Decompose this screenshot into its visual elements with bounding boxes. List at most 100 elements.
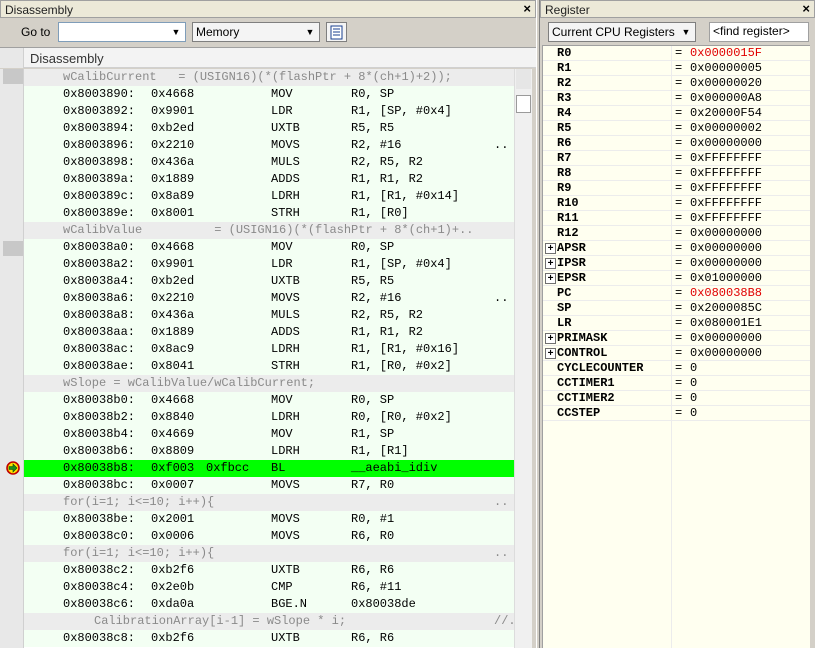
scrollbar-thumb[interactable] [516,95,531,113]
instruction-row[interactable]: 0x8003898: 0x436a MULS R2, R5, R2 [24,154,514,171]
register-row-r9[interactable]: R9 = 0xFFFFFFFF [543,181,810,196]
disassembly-options-button[interactable] [326,22,347,42]
instruction-row[interactable]: 0x800389e: 0x8001 STRH R1, [R0] [24,205,514,222]
source-line[interactable]: for(i=1; i<=10; i++){.. [24,494,514,511]
register-row-r8[interactable]: R8 = 0xFFFFFFFF [543,166,810,181]
register-value[interactable]: 0x00000000 [690,226,762,241]
instruction-row[interactable]: 0x80038a8: 0x436a MULS R2, R5, R2 [24,307,514,324]
instruction-row[interactable]: 0x80038be: 0x2001 MOVS R0, #1 [24,511,514,528]
register-row-primask[interactable]: + PRIMASK = 0x00000000 [543,331,810,346]
goto-chevron-down-icon[interactable]: ▼ [169,24,183,40]
register-view-chevron-down-icon[interactable]: ▼ [679,24,693,40]
register-list[interactable]: R0 = 0x0000015F R1 = 0x00000005 R2 = 0x00000020 R… [542,45,810,648]
instruction-row[interactable]: 0x80038b4: 0x4669 MOV R1, SP [24,426,514,443]
register-value[interactable]: 0 [690,391,697,406]
expand-plus-icon[interactable]: + [545,258,556,269]
instruction-row[interactable]: 0x80038c4: 0x2e0b CMP R6, #11 [24,579,514,596]
register-value[interactable]: 0x2000085C [690,301,762,316]
source-line[interactable]: wSlope = wCalibValue/wCalibCurrent; [24,375,514,392]
register-row-sp[interactable]: SP = 0x2000085C [543,301,810,316]
register-row-epsr[interactable]: + EPSR = 0x01000000 [543,271,810,286]
register-row-cctimer2[interactable]: CCTIMER2 = 0 [543,391,810,406]
register-row-cyclecounter[interactable]: CYCLECOUNTER = 0 [543,361,810,376]
instruction-row[interactable]: 0x8003896: 0x2210 MOVS R2, #16.. [24,137,514,154]
register-value[interactable]: 0x00000005 [690,61,762,76]
instruction-row[interactable]: 0x800389a: 0x1889 ADDS R1, R1, R2 [24,171,514,188]
register-row-r7[interactable]: R7 = 0xFFFFFFFF [543,151,810,166]
source-line[interactable]: wCalibCurrent = (USIGN16)(*(flashPtr + 8… [24,69,514,86]
instruction-row[interactable]: 0x8003892: 0x9901 LDR R1, [SP, #0x4] [24,103,514,120]
instruction-row[interactable]: 0x80038b2: 0x8840 LDRH R0, [R0, #0x2] [24,409,514,426]
source-line[interactable]: for(i=1; i<=10; i++){.. [24,545,514,562]
register-value[interactable]: 0x080038B8 [690,286,762,301]
register-row-cctimer1[interactable]: CCTIMER1 = 0 [543,376,810,391]
register-close-icon[interactable]: × [802,1,810,17]
source-line[interactable]: wCalibValue = (USIGN16)(*(flashPtr + 8*(… [24,222,514,239]
instruction-row[interactable]: 0x80038b6: 0x8809 LDRH R1, [R1] [24,443,514,460]
register-row-r3[interactable]: R3 = 0x000000A8 [543,91,810,106]
register-value[interactable]: 0 [690,406,697,421]
instruction-row[interactable]: 0x80038ac: 0x8ac9 LDRH R1, [R1, #0x16] [24,341,514,358]
instruction-row[interactable]: 0x80038bc: 0x0007 MOVS R7, R0 [24,477,514,494]
instruction-row[interactable]: 0x80038a4: 0xb2ed UXTB R5, R5 [24,273,514,290]
register-row-apsr[interactable]: + APSR = 0x00000000 [543,241,810,256]
register-value[interactable]: 0x01000000 [690,271,762,286]
memory-chevron-down-icon[interactable]: ▼ [303,24,317,40]
instruction-row[interactable]: 0x80038c0: 0x0006 MOVS R6, R0 [24,528,514,545]
register-value[interactable]: 0x00000000 [690,331,762,346]
register-row-r10[interactable]: R10 = 0xFFFFFFFF [543,196,810,211]
expand-plus-icon[interactable]: + [545,333,556,344]
register-row-r2[interactable]: R2 = 0x00000020 [543,76,810,91]
current-instruction-row[interactable]: 0x80038b8: 0xf003 0xfbcc BL __aeabi_idiv [24,460,514,477]
register-row-r11[interactable]: R11 = 0xFFFFFFFF [543,211,810,226]
register-value[interactable]: 0x20000F54 [690,106,762,121]
register-view-select[interactable]: Current CPU Registers ▼ [548,22,696,42]
disassembly-close-icon[interactable]: × [523,1,531,17]
instruction-row[interactable]: 0x80038aa: 0x1889 ADDS R1, R1, R2 [24,324,514,341]
goto-combo[interactable]: ▼ [58,22,186,42]
register-value[interactable]: 0x00000002 [690,121,762,136]
register-row-r1[interactable]: R1 = 0x00000005 [543,61,810,76]
instruction-row[interactable]: 0x80038a6: 0x2210 MOVS R2, #16.. [24,290,514,307]
register-row-lr[interactable]: LR = 0x080001E1 [543,316,810,331]
memory-select[interactable]: Memory ▼ [192,22,320,42]
register-row-r5[interactable]: R5 = 0x00000002 [543,121,810,136]
register-value[interactable]: 0x00000020 [690,76,762,91]
register-value[interactable]: 0 [690,361,697,376]
instruction-row[interactable]: 0x80038a0: 0x4668 MOV R0, SP [24,239,514,256]
expand-plus-icon[interactable]: + [545,273,556,284]
register-value[interactable]: 0xFFFFFFFF [690,211,762,226]
instruction-row[interactable]: 0x80038c2: 0xb2f6 UXTB R6, R6 [24,562,514,579]
instruction-row[interactable]: 0x80038ae: 0x8041 STRH R1, [R0, #0x2] [24,358,514,375]
register-value[interactable]: 0x00000000 [690,136,762,151]
source-line[interactable]: CalibrationArray[i-1] = wSlope * i; //.. [24,613,514,630]
disassembly-scrollbar[interactable] [514,69,532,648]
instruction-row[interactable]: 0x8003890: 0x4668 MOV R0, SP [24,86,514,103]
register-value[interactable]: 0x000000A8 [690,91,762,106]
register-row-r12[interactable]: R12 = 0x00000000 [543,226,810,241]
register-value[interactable]: 0xFFFFFFFF [690,196,762,211]
register-value[interactable]: 0x00000000 [690,346,762,361]
breakpoint-gutter[interactable] [0,69,24,648]
register-row-r4[interactable]: R4 = 0x20000F54 [543,106,810,121]
register-row-control[interactable]: + CONTROL = 0x00000000 [543,346,810,361]
register-value[interactable]: 0 [690,376,697,391]
expand-plus-icon[interactable]: + [545,348,556,359]
instruction-row[interactable]: 0x80038c6: 0xda0a BGE.N 0x80038de [24,596,514,613]
instruction-row[interactable]: 0x800389c: 0x8a89 LDRH R1, [R1, #0x14] [24,188,514,205]
register-value[interactable]: 0xFFFFFFFF [690,166,762,181]
register-row-ccstep[interactable]: CCSTEP = 0 [543,406,810,421]
register-value[interactable]: 0x00000000 [690,241,762,256]
register-value[interactable]: 0x0000015F [690,46,762,61]
instruction-row[interactable]: 0x80038c8: 0xb2f6 UXTB R6, R6 [24,630,514,647]
instruction-row[interactable]: 0x80038a2: 0x9901 LDR R1, [SP, #0x4] [24,256,514,273]
register-row-r0[interactable]: R0 = 0x0000015F [543,46,810,61]
instruction-row[interactable]: 0x80038b0: 0x4668 MOV R0, SP [24,392,514,409]
register-row-pc[interactable]: PC = 0x080038B8 [543,286,810,301]
find-register-input[interactable]: <find register> [709,22,809,42]
register-value[interactable]: 0xFFFFFFFF [690,181,762,196]
register-value[interactable]: 0xFFFFFFFF [690,151,762,166]
expand-plus-icon[interactable]: + [545,243,556,254]
register-row-ipsr[interactable]: + IPSR = 0x00000000 [543,256,810,271]
register-row-r6[interactable]: R6 = 0x00000000 [543,136,810,151]
